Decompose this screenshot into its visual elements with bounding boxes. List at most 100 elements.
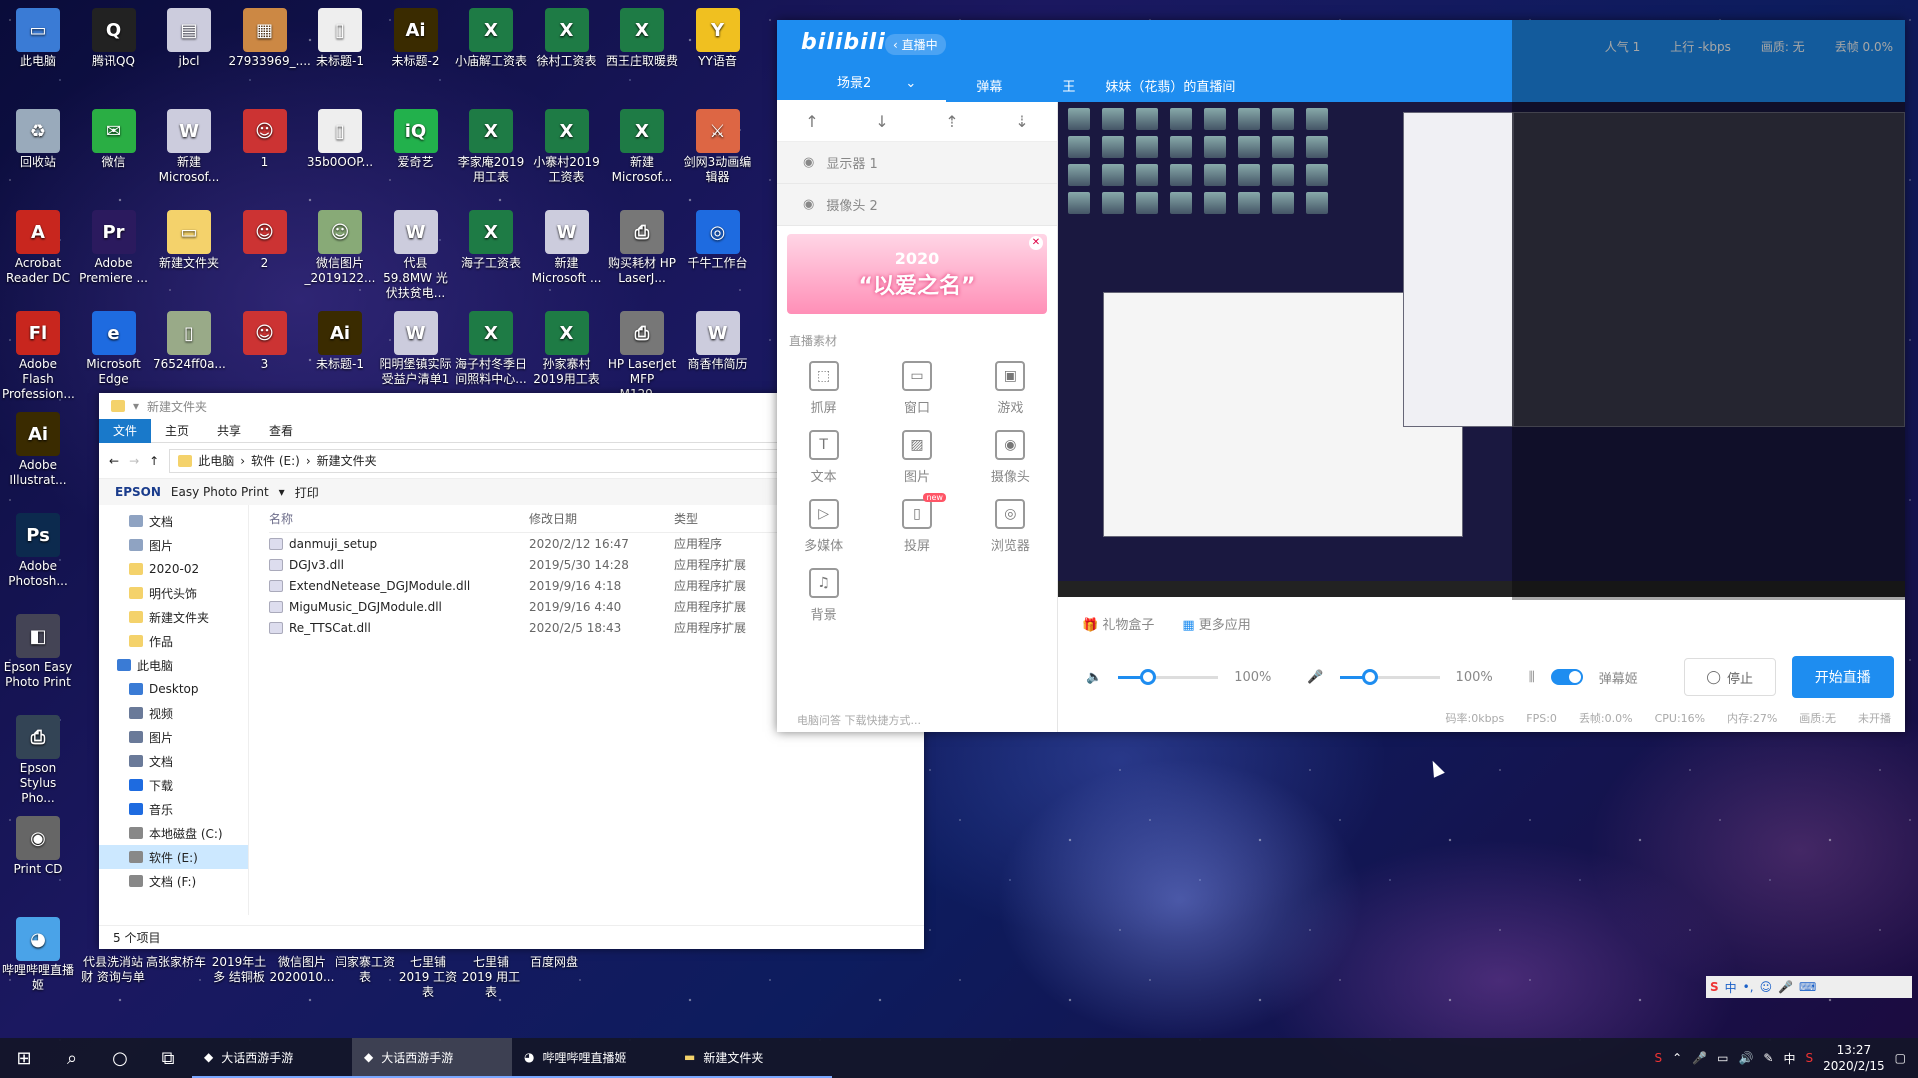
nav-item[interactable]: 图片 — [99, 725, 248, 749]
desktop-icon[interactable]: ▯ 35b0OOP... — [304, 105, 376, 170]
desktop-icon[interactable]: ⎙HP LaserJet MFP M129... — [606, 307, 678, 402]
move-bottom-icon[interactable]: ⇣ — [1015, 112, 1028, 131]
desktop-icon[interactable]: ⎙ 购买耗材 HP LaserJ... — [606, 206, 678, 286]
nav-item[interactable]: 此电脑 — [99, 653, 248, 677]
taskbar-app-explorer[interactable]: ▬ 新建文件夹 — [672, 1038, 832, 1078]
source-item-display[interactable]: ◉ 显示器 1 — [777, 142, 1057, 184]
start-live-button[interactable]: 开始直播 — [1791, 656, 1894, 698]
search-icon[interactable]: ⌕ — [48, 1038, 96, 1078]
start-button[interactable]: ⊞ — [0, 1038, 48, 1078]
desktop-icon[interactable]: Fl Adobe Flash Profession... — [2, 307, 75, 402]
stop-button[interactable]: ◯ 停止 — [1683, 658, 1776, 696]
desktop-icon[interactable]: Q 腾讯QQ — [78, 4, 150, 69]
nav-item[interactable]: 新建文件夹 — [99, 605, 248, 629]
desktop-icon[interactable]: ▭ 此电脑 — [2, 4, 74, 69]
desktop-icon[interactable]: ☺ 微信图片 _2019122... — [304, 206, 376, 286]
sogou-icon[interactable]: S — [1710, 980, 1719, 994]
desktop-volume-slider[interactable] — [1118, 668, 1219, 685]
nav-item[interactable]: 下载 — [99, 773, 248, 797]
nav-item[interactable]: 图片 — [99, 533, 248, 557]
address-bar[interactable]: 此电脑 › 软件 (E:) › 新建文件夹 — [169, 448, 784, 473]
volume-icon[interactable]: 🔊 — [1738, 1051, 1753, 1065]
clock[interactable]: 13:27 2020/2/15 — [1823, 1042, 1885, 1074]
task-view-icon[interactable]: ⧉ — [144, 1038, 192, 1078]
network-icon[interactable]: ▭ — [1717, 1051, 1728, 1065]
breadcrumb-folder[interactable]: 新建文件夹 — [317, 452, 377, 469]
event-banner[interactable]: 2020 “以爱之名” ✕ — [787, 234, 1047, 314]
move-up-icon[interactable]: ↑ — [805, 112, 818, 131]
ribbon-tab-view[interactable]: 查看 — [255, 419, 307, 443]
taskbar-app-game1[interactable]: ◆ 大话西游手游 — [192, 1038, 352, 1078]
desktop-icon[interactable]: iQ 爱奇艺 — [380, 105, 452, 170]
desktop-icon[interactable]: Ps Adobe Photosh... — [2, 509, 74, 589]
desktop-icon[interactable]: ▯ 76524ff0a... — [153, 307, 226, 372]
cortana-icon[interactable]: ○ — [96, 1038, 144, 1078]
desktop-icon[interactable]: ☺ 3 — [229, 307, 301, 372]
nav-item[interactable]: 软件 (E:) — [99, 845, 248, 869]
desktop-icon[interactable]: W 阳明堡镇实际 受益户清单1 — [380, 307, 452, 387]
nav-item[interactable]: 文档 (F:) — [99, 869, 248, 893]
desktop-icon[interactable]: X 孙家寨村 2019用工表 — [531, 307, 603, 387]
quick-access-toolbar[interactable]: ▾ — [133, 399, 139, 413]
column-date[interactable]: 修改日期 — [529, 510, 674, 527]
emoji-icon[interactable]: ☺ — [1760, 980, 1773, 994]
material-7[interactable]: ▯ new 投屏 — [870, 493, 963, 554]
desktop-icon[interactable]: ♻ 回收站 — [2, 105, 74, 170]
desktop-icon[interactable]: ✉ 微信 — [78, 105, 150, 170]
desktop-icon[interactable]: ⚔ 剑网3动画编 辑器 — [682, 105, 754, 185]
nav-item[interactable]: 视频 — [99, 701, 248, 725]
keyboard-icon[interactable]: ⌨ — [1799, 980, 1816, 994]
material-4[interactable]: ▨ 图片 — [870, 430, 963, 485]
desktop-icon[interactable]: ◧ Epson Easy Photo Print — [2, 610, 74, 690]
material-0[interactable]: ⬚ 抓屏 — [777, 361, 870, 416]
desktop-icon[interactable]: 代县洗消站财 资询与单 — [80, 955, 146, 985]
pen-icon[interactable]: ✎ — [1763, 1051, 1773, 1065]
desktop-icon[interactable]: Ai 未标题-2 — [380, 4, 452, 69]
desktop-icon[interactable]: X 小庙解工资表 — [455, 4, 527, 69]
move-down-icon[interactable]: ↓ — [875, 112, 888, 131]
material-5[interactable]: ◉ 摄像头 — [964, 430, 1057, 485]
desktop-icon[interactable]: W 代县59.8MW 光伏扶贫电... — [380, 206, 452, 301]
nav-item[interactable]: 音乐 — [99, 797, 248, 821]
desktop-icon[interactable]: ▯ 未标题-1 — [304, 4, 376, 69]
notification-icon[interactable]: ▢ — [1895, 1051, 1906, 1065]
desktop-icon[interactable]: X 西王庄取暖费 — [606, 4, 678, 69]
source-item-camera[interactable]: ◉ 摄像头 2 — [777, 184, 1057, 226]
desktop-icon[interactable]: 高张家桥车 — [143, 955, 209, 970]
ime-mode[interactable]: 中 — [1725, 979, 1737, 996]
desktop-icon[interactable]: Ai 未标题-1 — [304, 307, 376, 372]
print-button[interactable]: 打印 — [295, 484, 319, 501]
mic-icon[interactable]: 🎤 — [1307, 670, 1323, 685]
desktop-icon[interactable]: ◎ 千牛工作台 — [682, 206, 754, 271]
move-top-icon[interactable]: ⇡ — [945, 112, 958, 131]
gift-box-button[interactable]: 🎁 礼物盒子 — [1082, 614, 1154, 633]
nav-item[interactable]: 明代头饰 — [99, 581, 248, 605]
mic-volume-slider[interactable] — [1339, 668, 1440, 685]
nav-item[interactable]: 2020-02 — [99, 557, 248, 581]
desktop-icon[interactable]: ◉ Print CD — [2, 812, 74, 877]
desktop-icon[interactable]: W 商香伟简历 — [682, 307, 754, 372]
desktop-icon[interactable]: ☺ 2 — [229, 206, 301, 271]
nav-item[interactable]: 文档 — [99, 749, 248, 773]
close-icon[interactable]: ✕ — [1029, 236, 1043, 250]
danmaku-toggle[interactable] — [1550, 669, 1583, 685]
desktop-icon[interactable]: X 小寨村2019 工资表 — [531, 105, 603, 185]
desktop-icon[interactable]: X 海子工资表 — [455, 206, 527, 271]
desktop-icon[interactable]: 微信图片 2020010... — [269, 955, 335, 985]
live-status-pill[interactable]: ‹ 直播中 — [885, 34, 946, 55]
column-name[interactable]: 名称 — [269, 510, 529, 527]
breadcrumb-drive[interactable]: 软件 (E:) — [251, 452, 300, 469]
desktop-icon[interactable]: ◕ 哔哩哔哩直播 姬 — [2, 913, 74, 993]
nav-item[interactable]: Desktop — [99, 677, 248, 701]
material-9[interactable]: ♫ 背景 — [777, 568, 870, 623]
desktop-icon[interactable]: Pr Adobe Premiere ... — [78, 206, 150, 286]
ribbon-tab-share[interactable]: 共享 — [203, 419, 255, 443]
desktop-icon[interactable]: ▤ jbcl — [153, 4, 225, 69]
ime-indicator[interactable]: 中 — [1783, 1050, 1795, 1067]
desktop-icon[interactable]: W 新建 Microsof... — [153, 105, 225, 185]
taskbar-app-game2[interactable]: ◆ 大话西游手游 — [352, 1038, 512, 1078]
material-8[interactable]: ◎ 浏览器 — [964, 499, 1057, 554]
desktop-icon[interactable]: A Acrobat Reader DC — [2, 206, 74, 286]
mic-icon[interactable]: 🎤 — [1778, 980, 1793, 994]
column-type[interactable]: 类型 — [674, 510, 774, 527]
